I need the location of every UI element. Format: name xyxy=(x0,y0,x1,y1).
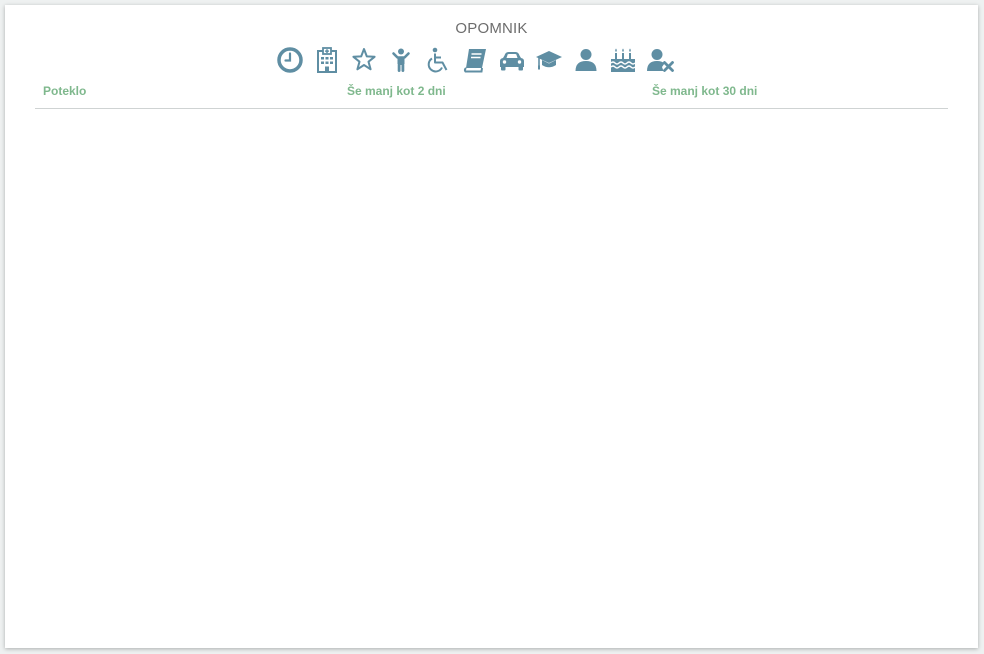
header-divider xyxy=(35,108,948,109)
reminder-panel: OPOMNIK Poteklo Še manj kot 2 dni Še man… xyxy=(5,5,978,648)
user-remove-icon[interactable] xyxy=(645,45,675,75)
column-header-less-than-30-days: Še manj kot 30 dni xyxy=(652,84,758,98)
clock-icon[interactable] xyxy=(275,45,305,75)
star-icon[interactable] xyxy=(349,45,379,75)
panel-title: OPOMNIK xyxy=(455,20,528,37)
car-icon[interactable] xyxy=(497,45,527,75)
book-icon[interactable] xyxy=(460,45,490,75)
user-icon[interactable] xyxy=(571,45,601,75)
wheelchair-icon[interactable] xyxy=(423,45,453,75)
column-header-less-than-2-days: Še manj kot 2 dni xyxy=(347,84,446,98)
child-icon[interactable] xyxy=(386,45,416,75)
filter-icon-bar xyxy=(275,45,682,75)
column-header-expired: Poteklo xyxy=(43,84,87,98)
graduation-cap-icon[interactable] xyxy=(534,45,564,75)
hospital-icon[interactable] xyxy=(312,45,342,75)
birthday-cake-icon[interactable] xyxy=(608,45,638,75)
